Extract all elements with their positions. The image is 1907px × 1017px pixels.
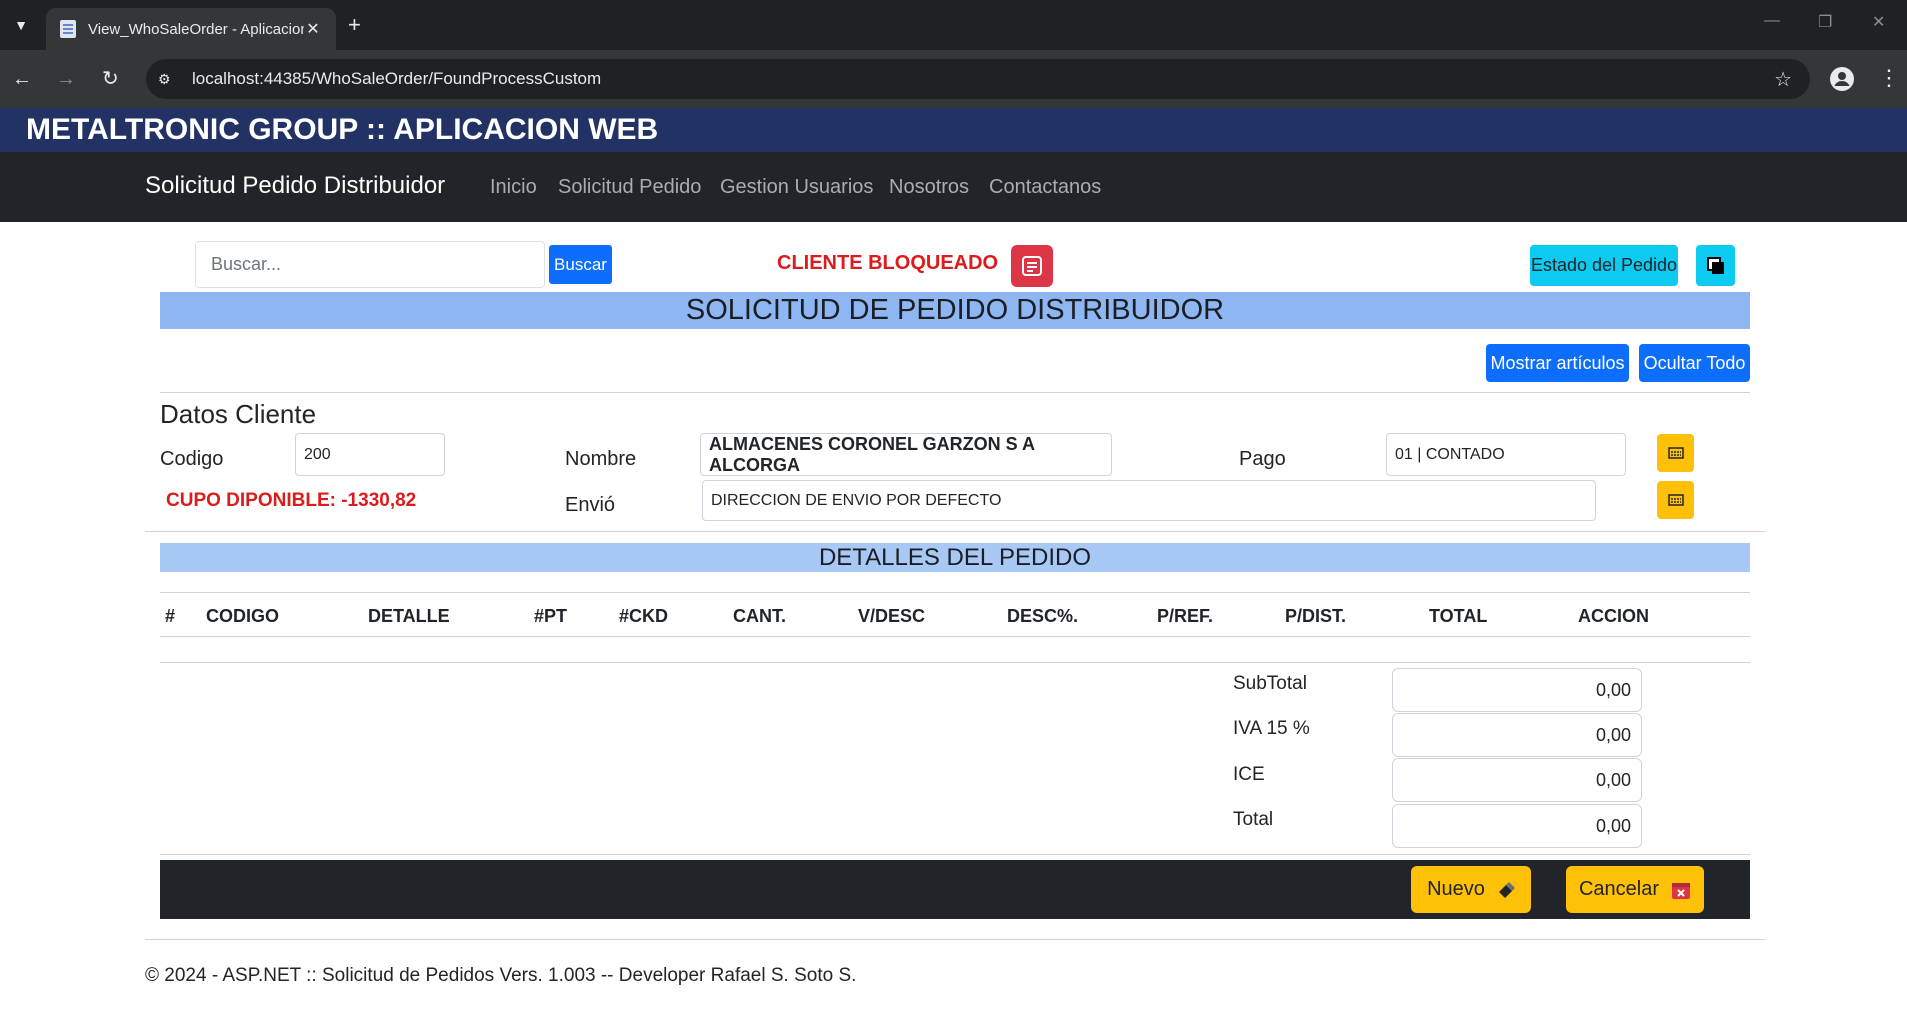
nombre-label: Nombre: [565, 448, 637, 470]
pago-label: Pago: [1239, 448, 1286, 470]
nav-link-contactanos[interactable]: Contactanos: [989, 176, 1101, 199]
list-icon: [1667, 494, 1684, 506]
page-title: SOLICITUD DE PEDIDO DISTRIBUIDOR: [160, 292, 1750, 329]
divider: [145, 939, 1765, 940]
blocked-details-button[interactable]: [1011, 245, 1053, 287]
column-header: V/DESC: [858, 606, 926, 626]
calendar-x-icon: [1672, 882, 1691, 899]
hide-all-button[interactable]: Ocultar Todo: [1639, 344, 1750, 382]
navbar-brand[interactable]: Solicitud Pedido Distribuidor: [145, 172, 445, 200]
browser-tab-bar: ▼ View_WhoSaleOrder - Aplicacion ✕ + — ❐…: [0, 0, 1907, 50]
copy-window-icon: [1706, 256, 1724, 274]
profile-icon[interactable]: [1830, 67, 1854, 91]
app-brand-bar: METALTRONIC GROUP :: APLICACION WEB: [0, 108, 1907, 152]
order-status-copy-button[interactable]: [1696, 245, 1735, 286]
divider: [160, 592, 1750, 593]
search-input[interactable]: [195, 241, 545, 288]
omnibox[interactable]: ⚙ localhost:44385/WhoSaleOrder/FoundProc…: [146, 59, 1810, 99]
envio-label: Envió: [565, 494, 616, 516]
pago-select-button[interactable]: [1657, 434, 1694, 472]
divider: [160, 854, 1750, 855]
column-header: CANT.: [733, 606, 786, 626]
client-section-title: Datos Cliente: [160, 399, 317, 429]
column-header: #: [165, 606, 176, 626]
reload-icon[interactable]: ↻: [102, 67, 119, 91]
main-navbar: Solicitud Pedido Distribuidor Inicio Sol…: [0, 152, 1907, 222]
column-header: DETALLE: [368, 606, 450, 626]
footer-copyright: © 2024 - ASP.NET :: Solicitud de Pedidos…: [145, 965, 857, 986]
eraser-icon: [1498, 881, 1515, 898]
divider: [160, 662, 1750, 663]
minimize-icon[interactable]: —: [1764, 12, 1780, 30]
divider: [145, 531, 1765, 532]
page-favicon-icon: [60, 20, 76, 38]
nav-link-solicitud-pedido[interactable]: Solicitud Pedido: [558, 176, 701, 199]
new-order-label: Nuevo: [1427, 878, 1485, 900]
subtotal-label: SubTotal: [1233, 673, 1307, 694]
cancel-order-button[interactable]: Cancelar: [1566, 866, 1704, 913]
column-header: DESC%.: [1007, 606, 1079, 626]
subtotal-field: 0,00: [1392, 668, 1642, 712]
url-text[interactable]: localhost:44385/WhoSaleOrder/FoundProces…: [192, 69, 1774, 89]
tab-search-chevron-icon[interactable]: ▼: [8, 12, 34, 38]
envio-select-button[interactable]: [1657, 481, 1694, 519]
nombre-field[interactable]: ALMACENES CORONEL GARZON S A ALCORGA: [700, 433, 1112, 476]
total-field: 0,00: [1392, 804, 1642, 848]
codigo-label: Codigo: [160, 448, 224, 470]
forward-arrow-icon[interactable]: →: [56, 67, 76, 91]
order-details-title: DETALLES DEL PEDIDO: [160, 543, 1750, 572]
total-label: Total: [1233, 809, 1274, 830]
order-status-button[interactable]: Estado del Pedido: [1530, 245, 1678, 286]
nav-link-inicio[interactable]: Inicio: [490, 176, 537, 199]
back-arrow-icon[interactable]: ←: [12, 67, 32, 91]
iva-label: IVA 15 %: [1233, 718, 1310, 739]
site-info-icon[interactable]: ⚙: [158, 71, 180, 88]
divider: [160, 636, 1750, 637]
restore-icon[interactable]: ❐: [1818, 12, 1832, 32]
list-icon: [1667, 447, 1684, 459]
codigo-field[interactable]: 200: [295, 433, 445, 476]
column-header: #PT: [534, 606, 568, 626]
browser-address-bar: ← → ↻ ⚙ localhost:44385/WhoSaleOrder/Fou…: [0, 50, 1907, 108]
column-header: TOTAL: [1429, 606, 1488, 626]
iva-field: 0,00: [1392, 713, 1642, 757]
document-list-icon: [1022, 256, 1042, 276]
envio-field[interactable]: DIRECCION DE ENVIO POR DEFECTO: [702, 480, 1596, 521]
column-header: CODIGO: [206, 606, 280, 626]
browser-tab-active[interactable]: View_WhoSaleOrder - Aplicacion ✕: [46, 8, 336, 50]
column-header: P/REF.: [1157, 606, 1214, 626]
new-tab-plus-icon[interactable]: +: [348, 12, 361, 38]
new-order-button[interactable]: Nuevo: [1411, 866, 1531, 913]
tab-title: View_WhoSaleOrder - Aplicacion: [88, 20, 304, 38]
bookmark-star-icon[interactable]: ☆: [1774, 67, 1792, 92]
nav-link-gestion-usuarios[interactable]: Gestion Usuarios: [720, 176, 873, 199]
search-button[interactable]: Buscar: [549, 245, 612, 284]
tab-close-icon[interactable]: ✕: [304, 19, 322, 39]
column-header: #CKD: [619, 606, 669, 626]
window-close-icon[interactable]: ✕: [1872, 12, 1885, 32]
browser-menu-kebab-icon[interactable]: ⋮: [1878, 64, 1900, 92]
ice-field: 0,00: [1392, 758, 1642, 802]
divider: [160, 392, 1750, 393]
show-items-button[interactable]: Mostrar artículos: [1486, 344, 1629, 382]
available-credit-label: CUPO DIPONIBLE: -1330,82: [166, 490, 417, 511]
ice-label: ICE: [1233, 764, 1265, 785]
cancel-order-label: Cancelar: [1578, 878, 1660, 900]
blocked-client-label: CLIENTE BLOQUEADO: [777, 252, 999, 274]
column-header: ACCION: [1578, 606, 1649, 626]
nav-link-nosotros[interactable]: Nosotros: [889, 176, 969, 199]
column-header: P/DIST.: [1285, 606, 1347, 626]
pago-field[interactable]: 01 | CONTADO: [1386, 433, 1626, 476]
